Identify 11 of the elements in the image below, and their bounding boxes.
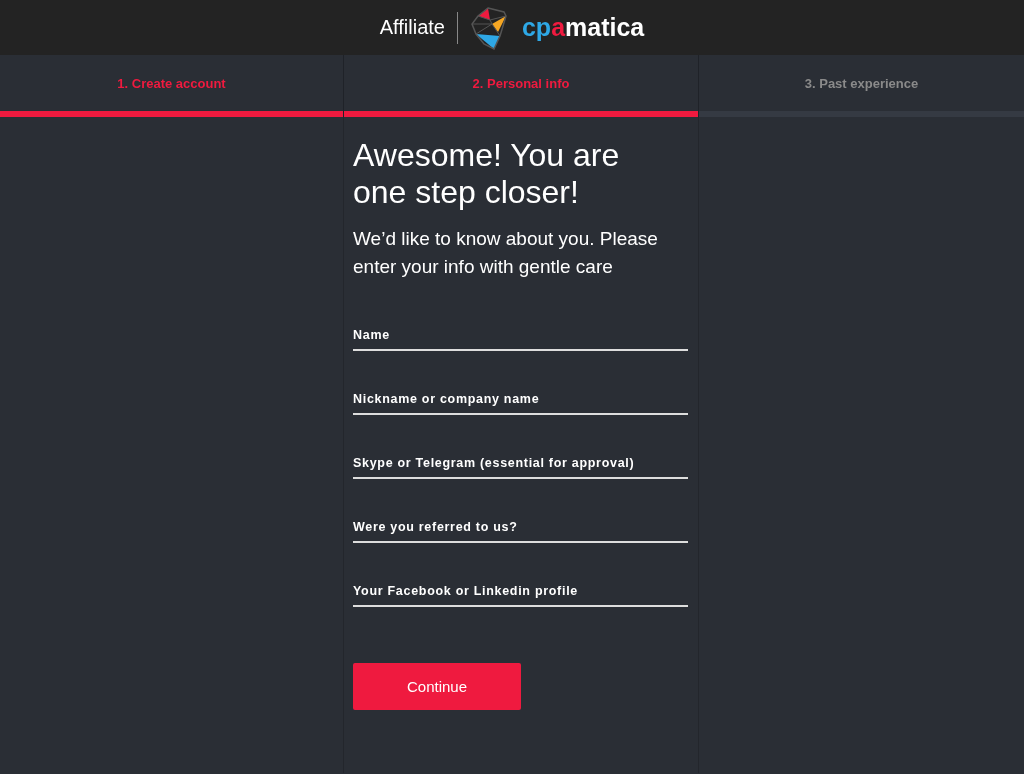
text-input-field[interactable]: Skype or Telegram (essential for approval): [353, 439, 688, 479]
polygon-logo-icon: [469, 5, 510, 50]
text-input-field[interactable]: Your Facebook or Linkedin profile: [353, 567, 688, 607]
logo-wordmark: cpamatica: [521, 13, 645, 42]
form-subtitle: We’d like to know about you. Please enter your info with gentle care: [353, 227, 659, 279]
continue-button[interactable]: Continue: [353, 663, 521, 710]
text-input-field[interactable]: Name: [353, 311, 688, 351]
text-input-field[interactable]: Were you referred to us?: [353, 503, 688, 543]
affiliate-label: Affiliate: [379, 16, 445, 39]
form-heading: Awesome! You are one step closer!: [353, 137, 621, 211]
text-input-field[interactable]: Nickname or company name: [353, 375, 688, 415]
